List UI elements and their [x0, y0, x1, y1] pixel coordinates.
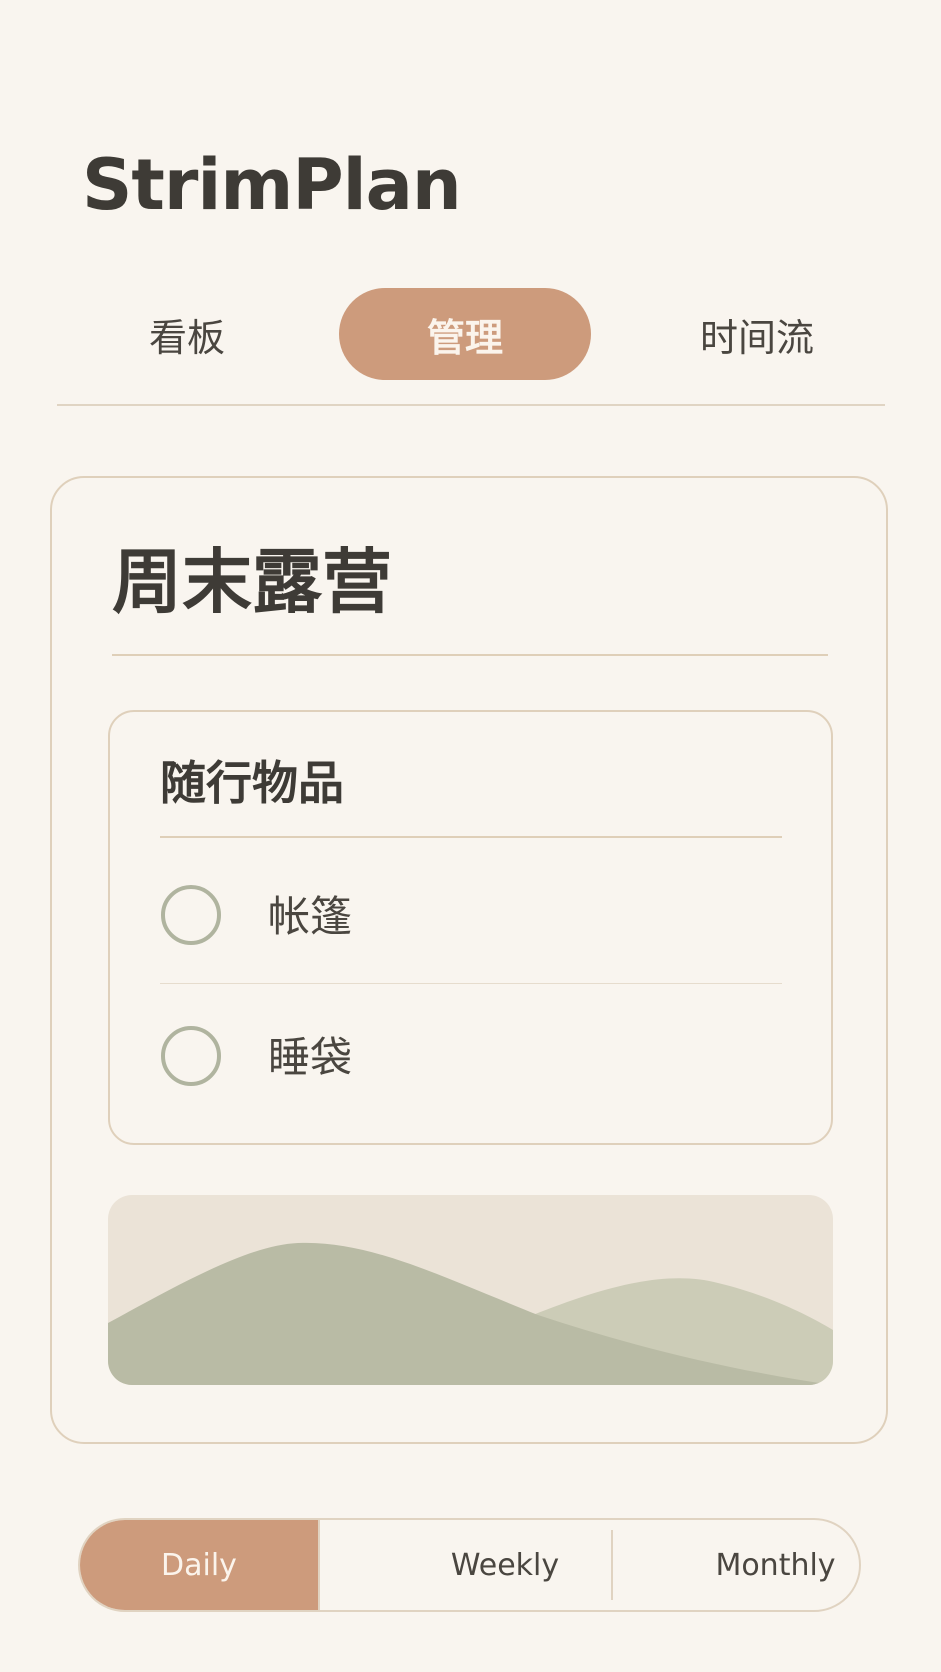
project-divider: [112, 654, 828, 656]
landscape-illustration: [108, 1195, 833, 1385]
tabs-divider: [57, 404, 885, 406]
hills-graphic: [108, 1242, 833, 1385]
tab-board[interactable]: 看板: [97, 288, 277, 380]
tab-manage[interactable]: 管理: [339, 288, 591, 380]
period-daily-button[interactable]: Daily: [80, 1520, 318, 1610]
row-divider: [160, 983, 782, 984]
checkbox-item-tent[interactable]: [161, 885, 221, 945]
project-title: 周末露营: [112, 541, 392, 623]
period-separator: [611, 1530, 613, 1600]
checkbox-item-sleeping-bag[interactable]: [161, 1026, 221, 1086]
checklist-item-label: 帐篷: [268, 892, 353, 941]
period-weekly-button[interactable]: Weekly: [318, 1520, 690, 1610]
period-monthly-button[interactable]: Monthly: [690, 1520, 859, 1610]
period-switch: Daily Weekly Monthly: [78, 1518, 861, 1612]
checklist-item-label: 睡袋: [268, 1033, 353, 1082]
top-tabs: 看板 管理 时间流: [57, 288, 885, 380]
app-title: StrimPlan: [82, 144, 462, 226]
checklist-title: 随行物品: [160, 756, 344, 810]
tab-timeline[interactable]: 时间流: [657, 288, 857, 380]
checklist-divider: [160, 836, 782, 838]
